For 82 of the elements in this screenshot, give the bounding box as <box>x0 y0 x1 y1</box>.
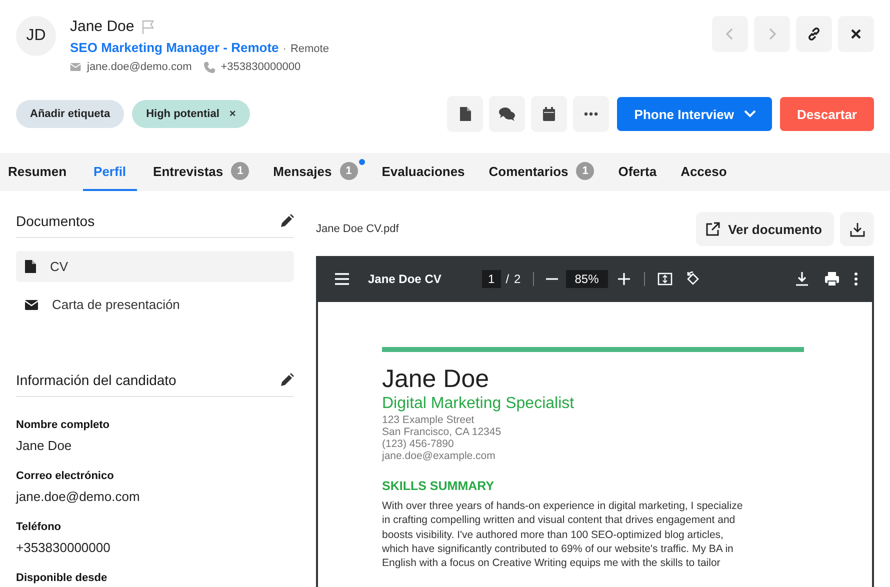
rotate-icon <box>684 271 701 287</box>
close-icon <box>850 28 862 40</box>
link-icon <box>807 27 821 41</box>
pencil-icon[interactable] <box>280 214 294 228</box>
tab[interactable]: Perfil <box>82 153 138 191</box>
menu-icon <box>334 271 350 287</box>
tab[interactable]: Oferta <box>610 153 665 191</box>
section-title: Documentos <box>16 213 95 229</box>
tab[interactable]: Acceso <box>672 153 735 191</box>
resume-paragraph: With over three years of hands-on experience in digital marketing, I specialize in crafting compelling written and visual content that drives engagement and boosts visibility. I've authored more than 100 SEO-optimized blog articles, which have significantly contributed to 69% of our website's traffic. My BA in English with a focus on Creative Writing equips me with the skills to tailor <box>382 499 744 570</box>
fit-page-icon <box>656 271 673 287</box>
resume-headline: Digital Marketing Specialist <box>382 394 576 414</box>
external-link-icon <box>706 222 720 236</box>
chat-icon <box>499 107 516 121</box>
download-icon <box>850 222 864 236</box>
close-button[interactable] <box>838 16 874 52</box>
zoom-in-button[interactable] <box>616 271 632 287</box>
resume-section-title: SKILLS SUMMARY <box>382 479 496 493</box>
copy-link-button[interactable] <box>796 16 832 52</box>
calendar-icon <box>543 107 556 121</box>
more-vertical-icon <box>854 272 858 286</box>
tab[interactable]: Comentarios 1 <box>480 153 602 191</box>
download-button[interactable] <box>840 212 874 246</box>
section-title: Información del candidato <box>16 372 176 388</box>
open-document-button[interactable]: Ver documento <box>696 212 834 246</box>
download-button[interactable] <box>794 271 810 287</box>
separator-dot: · <box>282 43 286 55</box>
count-badge: 1 <box>576 162 594 180</box>
document-icon <box>459 107 472 121</box>
document-button[interactable] <box>447 96 484 132</box>
zoom-in-icon <box>616 271 632 287</box>
candidate-email: jane.doe@demo.com <box>87 61 192 73</box>
field-label: Nombre completo <box>16 419 111 431</box>
resume-contact-line: (123) 456-7890 <box>382 438 455 450</box>
add-tag-button[interactable]: Añadir etiqueta <box>16 100 124 128</box>
envelope-icon <box>25 300 38 310</box>
rotate-button[interactable] <box>684 271 701 287</box>
more-vertical-button[interactable] <box>854 272 858 286</box>
print-button[interactable] <box>824 271 840 287</box>
file-name: Jane Doe CV.pdf <box>316 223 399 235</box>
document-icon <box>25 260 36 273</box>
caret-icon <box>744 110 756 118</box>
menu-button[interactable] <box>334 271 350 287</box>
job-location: Remote <box>290 43 329 55</box>
chat-button[interactable] <box>489 96 526 132</box>
zoom-field[interactable]: 85% <box>566 270 608 288</box>
field-value: +353830000000 <box>16 540 112 555</box>
document-title: Jane Doe CV <box>368 272 442 286</box>
calendar-button[interactable] <box>531 96 568 132</box>
page-separator: / <box>506 272 510 286</box>
field-value: Jane Doe <box>16 438 73 453</box>
tab[interactable]: Mensajes 1 <box>265 153 366 191</box>
candidate-name: Jane Doe <box>70 18 134 35</box>
field-value: jane.doe@demo.com <box>16 489 141 504</box>
page-count: 2 <box>514 272 521 286</box>
tab[interactable]: Evaluaciones <box>374 153 473 191</box>
download-icon <box>794 271 810 287</box>
tab[interactable]: Entrevistas 1 <box>145 153 258 191</box>
field-label: Teléfono <box>16 521 62 533</box>
document-item[interactable]: Carta de presentación <box>16 289 294 320</box>
field-label: Disponible desde <box>16 572 108 584</box>
more-icon <box>584 112 598 116</box>
page-number-field[interactable]: 1 <box>482 270 501 288</box>
tag-chip[interactable]: High potential × <box>132 100 250 128</box>
field-label: Correo electrónico <box>16 470 115 482</box>
print-icon <box>824 271 840 287</box>
document-item[interactable]: CV <box>16 251 294 282</box>
envelope-icon <box>70 63 81 71</box>
resume-name: Jane Doe <box>382 364 490 394</box>
tab[interactable]: Resumen <box>0 153 75 191</box>
resume-contact-line: 123 Example Street <box>382 414 476 426</box>
remove-icon[interactable]: × <box>229 108 236 120</box>
stage-dropdown[interactable]: Phone Interview <box>617 97 772 131</box>
count-badge: 1 <box>231 162 250 180</box>
pencil-icon[interactable] <box>280 373 294 387</box>
avatar: JD <box>16 16 56 56</box>
resume-contact-line: jane.doe@example.com <box>382 450 496 462</box>
candidate-phone: +353830000000 <box>220 61 301 73</box>
phone-icon <box>204 62 215 72</box>
resume-contact-line: San Francisco, CA 12345 <box>382 426 502 438</box>
job-title-link[interactable]: SEO Marketing Manager - Remote <box>70 40 279 55</box>
fit-page-button[interactable] <box>656 271 673 287</box>
